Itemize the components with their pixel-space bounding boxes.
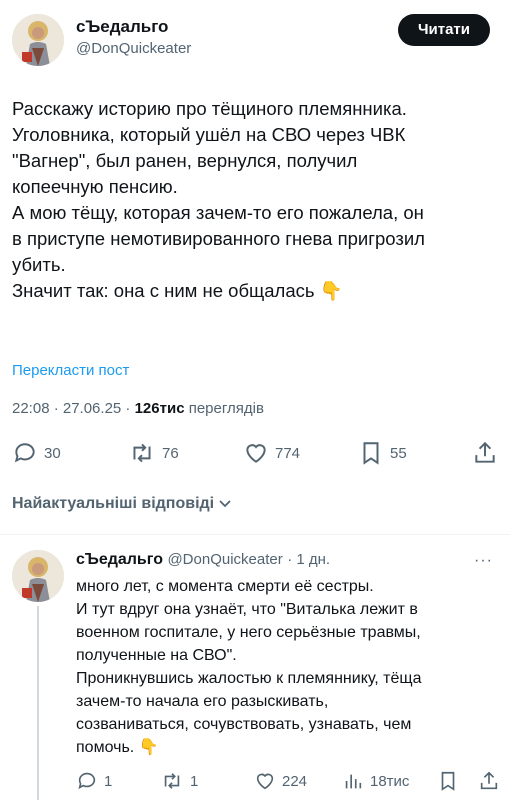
reply-line: Проникнувшись жалостью к племяннику, тёщ… <box>76 670 422 687</box>
reply-share-action[interactable] <box>478 770 500 792</box>
views-label: переглядів <box>188 400 264 417</box>
bookmark-action[interactable]: 55 <box>358 440 407 466</box>
bookmark-icon <box>441 771 455 791</box>
author-avatar[interactable] <box>12 14 64 66</box>
reply-line: военном госпитале, у него серьёзные трав… <box>76 624 421 641</box>
reply-author-avatar[interactable] <box>12 550 64 602</box>
divider <box>0 534 510 535</box>
heart-icon <box>246 444 266 463</box>
share-action[interactable] <box>472 440 498 466</box>
repost-icon <box>133 443 151 463</box>
saint-icon <box>12 14 64 66</box>
reply-reply-action[interactable]: 1 <box>76 770 112 792</box>
follow-button[interactable]: Читати <box>398 14 490 46</box>
reply-action[interactable]: 30 <box>12 440 61 466</box>
author-name[interactable]: сЪедальго <box>76 17 168 37</box>
sort-label: Найактуальніші відповіді <box>12 495 215 512</box>
post-line: Значит так: она с ним не общалась 👇 <box>12 280 343 301</box>
reply-author-name[interactable]: сЪедальго <box>76 551 163 568</box>
analytics-icon <box>345 774 362 789</box>
post-line: Расскажу историю про тёщиного племянника… <box>12 98 407 119</box>
reply-author-handle[interactable]: @DonQuickeater <box>167 551 282 568</box>
reply-line: созваниваться, сочувствовать, узнавать, … <box>76 716 412 733</box>
post-timestamp[interactable]: 22:08 · 27.06.25 · <box>12 400 130 417</box>
post-meta: 22:08 · 27.06.25 · 126тис переглядів <box>12 400 264 417</box>
reply-like-action[interactable]: 224 <box>254 770 307 792</box>
post-line: копеечную пенсию. <box>12 176 178 197</box>
reply-views-action[interactable]: 18тис <box>342 770 409 792</box>
reply-header: сЪедальго @DonQuickeater · 1 дн. <box>76 551 330 569</box>
reply-repost-action[interactable]: 1 <box>160 770 198 792</box>
author-handle[interactable]: @DonQuickeater <box>76 40 191 57</box>
bookmark-icon <box>363 442 379 465</box>
reply-line: полученные на СВО". <box>76 647 237 664</box>
more-options-icon[interactable]: ··· <box>474 552 493 570</box>
repost-action[interactable]: 76 <box>128 440 179 466</box>
reply-icon <box>78 772 96 789</box>
post-text: Расскажу историю про тёщиного племянника… <box>12 96 502 304</box>
reply-icon <box>14 443 35 463</box>
chevron-down-icon <box>219 500 231 508</box>
views-count: 126тис <box>134 400 185 417</box>
translate-post-link[interactable]: Перекласти пост <box>12 362 129 379</box>
reply-line: помочь. 👇 <box>76 739 159 756</box>
reply-line: зачем-то начала его разыскивать, <box>76 693 329 710</box>
post-line: убить. <box>12 254 66 275</box>
post-line: Уголовника, который ушёл на СВО через ЧВ… <box>12 124 406 145</box>
reply-bookmark-action[interactable] <box>437 770 459 792</box>
reply-age[interactable]: · 1 дн. <box>287 551 330 568</box>
reply-line: И тут вдруг она узнаёт, что "Виталька ле… <box>76 601 418 618</box>
repost-icon <box>164 773 180 789</box>
saint-icon <box>12 550 64 602</box>
post-line: А мою тёщу, которая зачем-то его пожалел… <box>12 202 424 223</box>
reply-text: много лет, с момента смерти её сестры. И… <box>76 575 501 759</box>
thread-line <box>37 606 39 800</box>
post-line: "Вагнер", был ранен, вернулся, получил <box>12 150 358 171</box>
share-icon <box>480 771 498 790</box>
heart-icon <box>256 773 274 790</box>
reply-line: много лет, с момента смерти её сестры. <box>76 578 374 595</box>
post-line: в приступе немотивированного гнева пригр… <box>12 228 425 249</box>
share-icon <box>475 441 495 463</box>
like-action[interactable]: 774 <box>243 440 300 466</box>
sort-replies-dropdown[interactable]: Найактуальніші відповіді <box>12 495 232 513</box>
